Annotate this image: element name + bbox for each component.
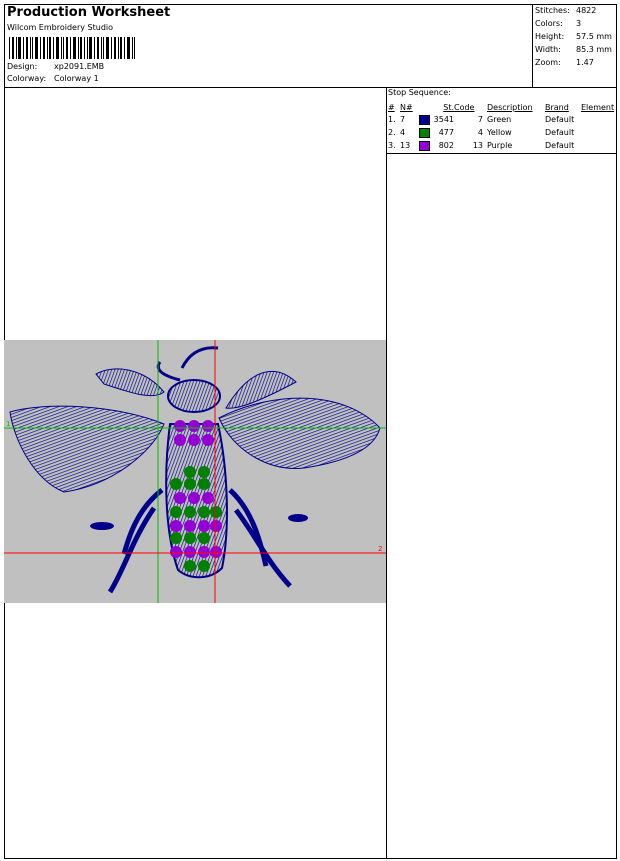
stat-width: Width: 85.3 mm xyxy=(535,45,612,54)
col-header-stitches: St. xyxy=(443,102,454,112)
colorway-label: Colorway: xyxy=(7,74,47,83)
colorway-value: Colorway 1 xyxy=(54,74,99,83)
left-wing xyxy=(9,405,165,493)
col-header-element: Element xyxy=(581,102,615,112)
stop-sequence-panel: Stop Sequence: # N# St. Code Description… xyxy=(387,88,617,154)
color-swatch xyxy=(419,127,430,138)
right-wing xyxy=(218,397,381,469)
colorway-row: Colorway: Colorway 1 xyxy=(7,74,99,83)
design-label: Design: xyxy=(7,62,38,71)
bee-embroidery-image xyxy=(4,340,386,603)
color-swatch xyxy=(419,114,430,125)
guide-marker-1: 1 xyxy=(6,420,11,428)
stat-height: Height: 57.5 mm xyxy=(535,32,612,41)
col-header-number: # xyxy=(388,102,395,112)
company-name: Wilcom Embroidery Studio xyxy=(7,23,114,32)
stat-zoom: Zoom: 1.47 xyxy=(535,58,594,67)
color-swatch xyxy=(419,140,430,151)
col-header-brand: Brand xyxy=(545,102,569,112)
stats-box: Stitches: 4822 Colors: 3 Height: 57.5 mm Wi… xyxy=(533,4,617,88)
table-row[interactable]: 2. 4 477 4 Yellow Default xyxy=(388,126,617,139)
table-header-row: # N# St. Code Description Brand Element xyxy=(388,101,617,113)
stat-stitches: Stitches: 4822 xyxy=(535,6,597,15)
table-row[interactable]: 3. 13 802 13 Purple Default xyxy=(388,139,617,152)
design-row: Design: xp2091.EMB xyxy=(7,62,104,71)
guide-marker-2: 2 xyxy=(378,545,383,553)
col-header-needle: N# xyxy=(400,102,413,112)
stop-sequence-title: Stop Sequence: xyxy=(388,88,451,97)
left-upper-wing xyxy=(95,368,165,397)
col-header-code: Code xyxy=(454,102,475,112)
table-row[interactable]: 1. 7 3541 7 Green Default xyxy=(388,113,617,126)
col-header-description: Description xyxy=(487,102,533,112)
stat-colors: Colors: 3 xyxy=(535,19,582,28)
stop-sequence-table: # N# St. Code Description Brand Element … xyxy=(388,101,617,152)
barcode-image xyxy=(9,37,135,59)
worksheet-header: Production Worksheet Wilcom Embroidery S… xyxy=(4,4,533,88)
design-value: xp2091.EMB xyxy=(54,62,105,71)
page-title: Production Worksheet xyxy=(7,5,171,20)
bee-head xyxy=(167,379,221,413)
embroidery-canvas[interactable]: 1 2 xyxy=(4,340,386,603)
